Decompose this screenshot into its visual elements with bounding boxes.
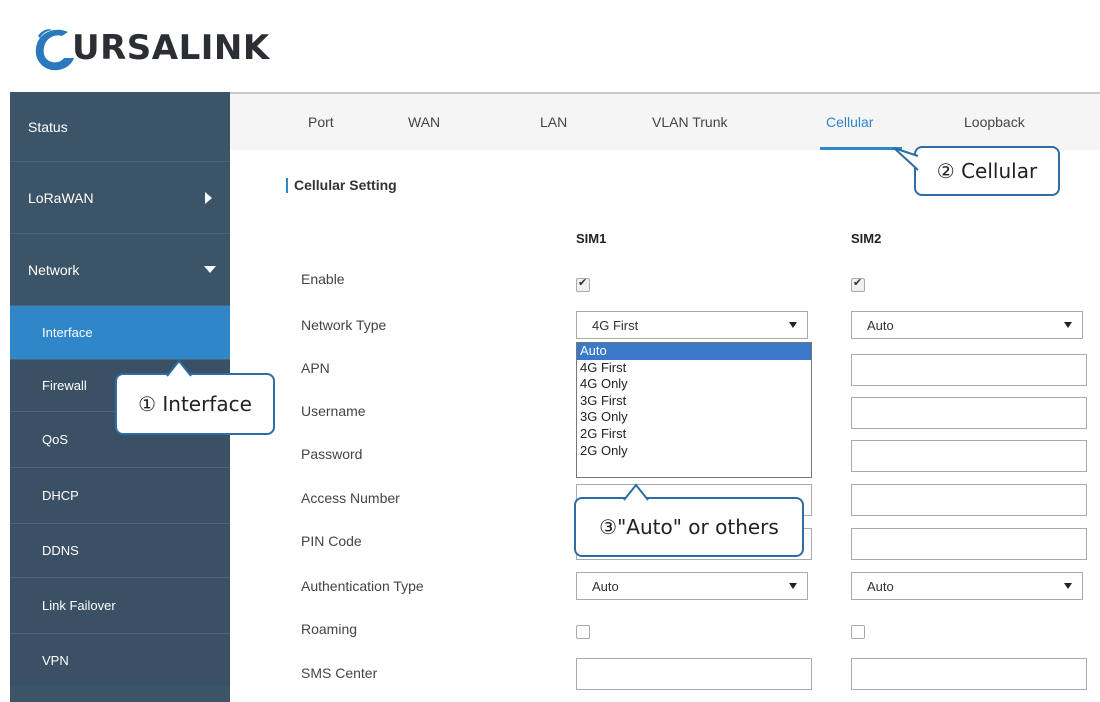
sidebar-item-label: Status [28, 118, 68, 135]
sim2-sms-center-input[interactable] [851, 658, 1087, 690]
active-tab-indicator [820, 147, 902, 150]
callout-text: ② Cellular [936, 159, 1038, 183]
label-authentication-type: Authentication Type [301, 578, 424, 594]
sidebar-item-link-failover[interactable]: Link Failover [10, 578, 230, 634]
sidebar-item-network[interactable]: Network [10, 234, 230, 306]
tab-port[interactable]: Port [308, 114, 334, 130]
sim1-enable-checkbox[interactable] [576, 276, 590, 292]
tab-bar: Port WAN LAN VLAN Trunk Cellular Loopbac… [230, 92, 1100, 150]
sim2-enable-checkbox[interactable] [851, 276, 865, 292]
sim2-access-number-input[interactable] [851, 484, 1087, 516]
sim2-password-input[interactable] [851, 440, 1087, 472]
label-sms-center: SMS Center [301, 665, 378, 681]
select-arrow-icon [789, 322, 797, 328]
select-arrow-icon [1064, 583, 1072, 589]
label-access-number: Access Number [301, 490, 400, 506]
select-value: Auto [592, 579, 619, 594]
sidebar-item-label: Network [28, 261, 80, 278]
sim1-roaming-checkbox[interactable] [576, 625, 590, 639]
sim2-apn-input[interactable] [851, 354, 1087, 386]
callout-cellular: ② Cellular [893, 146, 1060, 196]
select-arrow-icon [1064, 322, 1072, 328]
sidebar-item-vpn[interactable]: VPN [10, 634, 230, 686]
label-username: Username [301, 403, 366, 419]
label-network-type: Network Type [301, 317, 387, 333]
triangle-down-icon [204, 266, 216, 273]
callout-auto-or-others: ③"Auto" or others [574, 483, 804, 557]
label-enable: Enable [301, 271, 345, 287]
sidebar-item-interface[interactable]: Interface [10, 306, 230, 360]
dropdown-option-4g-first[interactable]: 4G First [577, 360, 811, 377]
sidebar-item-label: Link Failover [42, 598, 116, 613]
callout-pointer [623, 483, 649, 501]
column-header-sim2: SIM2 [851, 231, 882, 246]
label-apn: APN [301, 360, 330, 376]
sim1-authentication-type-select[interactable]: Auto [576, 572, 808, 600]
select-arrow-icon [789, 583, 797, 589]
network-type-dropdown-list: Auto 4G First 4G Only 3G First 3G Only 2… [576, 342, 812, 478]
dropdown-option-2g-first[interactable]: 2G First [577, 426, 811, 443]
tab-cellular[interactable]: Cellular [826, 114, 873, 130]
sim1-network-type-select[interactable]: 4G First [576, 311, 808, 339]
callout-text: ③"Auto" or others [599, 515, 779, 539]
tab-wan[interactable]: WAN [408, 114, 440, 130]
brand-name: URSALINK [72, 28, 270, 68]
sim2-authentication-type-select[interactable]: Auto [851, 572, 1083, 600]
sidebar-item-lorawan[interactable]: LoRaWAN [10, 162, 230, 234]
sim1-sms-center-input[interactable] [576, 658, 812, 690]
label-roaming: Roaming [301, 621, 358, 637]
section-title: Cellular Setting [286, 178, 397, 193]
callout-pointer [893, 147, 919, 171]
label-password: Password [301, 446, 363, 462]
ursalink-logo: URSALINK [28, 18, 270, 78]
sidebar-item-label: Firewall [42, 378, 87, 393]
dropdown-option-2g-only[interactable]: 2G Only [577, 443, 811, 460]
sidebar-item-label: QoS [42, 432, 69, 447]
label-pin-code: PIN Code [301, 533, 362, 549]
select-value: Auto [867, 579, 894, 594]
callout-pointer [166, 359, 192, 377]
sim2-username-input[interactable] [851, 397, 1087, 429]
tab-vlan-trunk[interactable]: VLAN Trunk [652, 114, 727, 130]
tab-loopback[interactable]: Loopback [964, 114, 1025, 130]
sim2-network-type-select[interactable]: Auto [851, 311, 1083, 339]
column-header-sim1: SIM1 [576, 231, 607, 246]
select-value: Auto [867, 318, 894, 333]
dropdown-option-auto[interactable]: Auto [577, 343, 811, 360]
tab-lan[interactable]: LAN [540, 114, 567, 130]
sidebar-item-label: DDNS [42, 543, 79, 558]
triangle-right-icon [205, 191, 212, 204]
callout-text: ① Interface [138, 392, 252, 416]
select-value: 4G First [592, 318, 639, 333]
dropdown-option-3g-only[interactable]: 3G Only [577, 409, 811, 426]
dropdown-option-3g-first[interactable]: 3G First [577, 393, 811, 410]
sidebar-item-label: DHCP [42, 488, 79, 503]
dropdown-option-4g-only[interactable]: 4G Only [577, 376, 811, 393]
sidebar-item-dhcp[interactable]: DHCP [10, 468, 230, 524]
sim2-roaming-checkbox[interactable] [851, 625, 865, 639]
callout-interface: ① Interface [115, 359, 275, 435]
sidebar-item-status[interactable]: Status [10, 92, 230, 162]
sim2-pin-code-input[interactable] [851, 528, 1087, 560]
sidebar-item-label: LoRaWAN [28, 189, 94, 206]
sidebar-item-label: VPN [42, 652, 69, 668]
sidebar-item-ddns[interactable]: DDNS [10, 524, 230, 578]
sidebar-item-label: Interface [42, 325, 93, 340]
